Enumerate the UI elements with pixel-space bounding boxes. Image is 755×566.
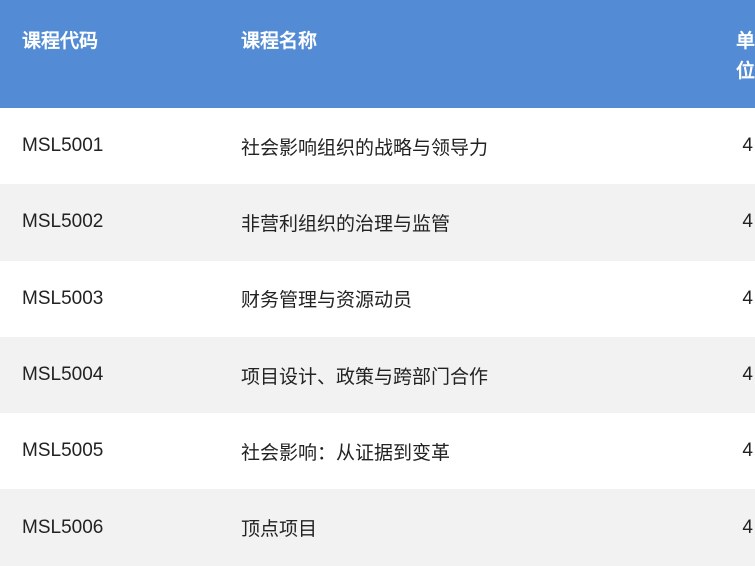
course-credit-cell: 4 [742, 287, 753, 309]
header-credit: 单位 [701, 0, 755, 108]
header-row: 课程代码 课程名称 单位 [0, 0, 755, 108]
table-row: MSL5004 项目设计、政策与跨部门合作 4 [0, 336, 755, 414]
course-code-cell: MSL5005 [22, 440, 104, 462]
course-name-cell: 非营利组织的治理与监管 [241, 212, 451, 235]
table-row: MSL5005 社会影响：从证据到变革 4 [0, 413, 755, 490]
table-row: MSL5001 社会影响组织的战略与领导力 4 [0, 108, 755, 185]
course-name-cell: 财务管理与资源动员 [241, 289, 413, 312]
course-code-cell: MSL5003 [22, 287, 104, 309]
table-row: MSL5002 非营利组织的治理与监管 4 [0, 184, 755, 261]
header-credit-label: 单位 [736, 30, 755, 82]
course-name-cell: 顶点项目 [241, 518, 318, 541]
course-code-cell: MSL5002 [22, 211, 104, 233]
table-row: MSL5003 财务管理与资源动员 4 [0, 260, 755, 337]
course-credit-cell: 4 [742, 364, 753, 386]
course-code-cell: MSL5004 [22, 364, 104, 386]
table-row: MSL5006 顶点项目 4 [0, 489, 755, 566]
header-course-name: 课程名称 [241, 30, 318, 52]
course-code-cell: MSL5001 [22, 135, 104, 157]
course-credit-cell: 4 [742, 135, 753, 157]
table-body: MSL5001 社会影响组织的战略与领导力 4 MSL5002 非营利组织的治理… [0, 108, 755, 566]
course-name-cell: 项目设计、政策与跨部门合作 [241, 365, 489, 388]
course-table: 课程代码 课程名称 单位 MSL5001 社会影响组织的战略与领导力 4 MSL… [0, 0, 755, 566]
course-code-cell: MSL5006 [22, 516, 104, 538]
course-credit-cell: 4 [742, 211, 753, 233]
header-course-code: 课程代码 [22, 30, 99, 52]
course-name-cell: 社会影响：从证据到变革 [241, 441, 451, 464]
course-credit-cell: 4 [742, 516, 753, 538]
course-name-cell: 社会影响组织的战略与领导力 [241, 136, 489, 159]
table-header: 课程代码 课程名称 单位 [0, 0, 755, 108]
course-credit-cell: 4 [742, 440, 753, 462]
